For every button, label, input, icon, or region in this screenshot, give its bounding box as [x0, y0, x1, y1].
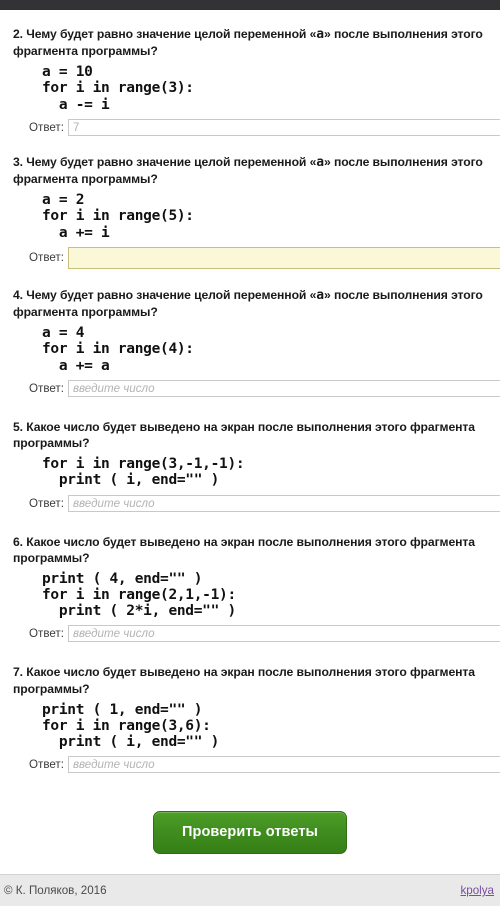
question-block: 3. Чему будет равно значение целой перем…: [0, 154, 500, 283]
question-variable-name: a: [316, 27, 324, 42]
answer-label: Ответ:: [29, 120, 64, 134]
answer-row: Ответ:: [0, 246, 500, 269]
answer-label: Ответ:: [29, 381, 64, 395]
question-variable-name: a: [316, 154, 324, 170]
question-title: 6. Какое число будет выведено на экран п…: [13, 534, 475, 565]
question-block: 7. Какое число будет выведено на экран п…: [0, 664, 500, 787]
question-title: 7. Какое число будет выведено на экран п…: [13, 665, 475, 696]
code-snippet: a = 4 for i in range(4): a += a: [42, 325, 194, 374]
footer-copyright: © К. Поляков, 2016: [4, 884, 107, 897]
answer-row: Ответ:: [0, 494, 500, 512]
answer-label: Ответ:: [29, 251, 64, 265]
answer-row: Ответ:: [0, 379, 500, 397]
question-title: 4. Чему будет равно значение целой перем…: [13, 287, 483, 320]
page-content: 2. Чему будет равно значение целой перем…: [0, 10, 500, 855]
question-block: 5. Какое число будет выведено на экран п…: [0, 419, 500, 530]
question-title: 3. Чему будет равно значение целой перем…: [13, 154, 483, 187]
footer-site-link[interactable]: kpolya: [460, 884, 494, 897]
question-block: 4. Чему будет равно значение целой перем…: [0, 287, 500, 415]
question-block: 2. Чему будет равно значение целой перем…: [0, 26, 500, 150]
code-snippet: a = 2 for i in range(5): a += i: [42, 192, 194, 241]
answer-input[interactable]: [67, 756, 500, 774]
question-title: 2. Чему будет равно значение целой перем…: [13, 27, 483, 59]
code-snippet: for i in range(3,-1,-1): print ( i, end=…: [42, 456, 245, 489]
code-snippet: print ( 4, end="" ) for i in range(2,1,-…: [42, 570, 236, 620]
question-block: 6. Какое число будет выведено на экран п…: [0, 534, 500, 661]
code-snippet: print ( 1, end="" ) for i in range(3,6):…: [42, 701, 220, 751]
code-snippet: a = 10 for i in range(3): a -= i: [42, 64, 194, 113]
question-variable-name: a: [316, 287, 324, 303]
quiz-form: 2. Чему будет равно значение целой перем…: [0, 10, 500, 787]
answer-input[interactable]: [67, 625, 500, 643]
answer-input[interactable]: [67, 494, 500, 512]
answer-input[interactable]: [67, 379, 500, 397]
submit-button-container: Проверить ответы: [0, 791, 500, 855]
answer-label: Ответ:: [29, 627, 64, 641]
check-answers-button[interactable]: Проверить ответы: [152, 811, 347, 855]
answer-input[interactable]: [67, 246, 500, 269]
answer-row: Ответ:: [0, 625, 500, 643]
answer-row: Ответ:: [0, 756, 500, 774]
answer-row: Ответ:: [0, 118, 500, 136]
answer-input[interactable]: [67, 118, 500, 136]
question-title: 5. Какое число будет выведено на экран п…: [13, 419, 475, 450]
page-footer: © К. Поляков, 2016 kpolya: [0, 874, 500, 906]
answer-label: Ответ:: [29, 496, 64, 510]
answer-label: Ответ:: [29, 758, 64, 772]
browser-top-bar: [0, 0, 500, 10]
